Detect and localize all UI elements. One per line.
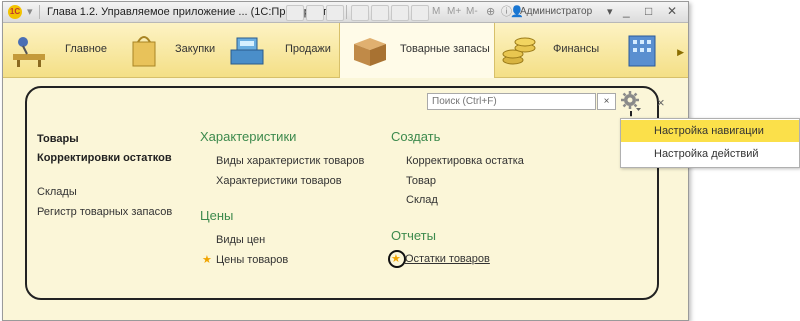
section-label: Закупки — [175, 43, 216, 55]
group-heading-reports: Отчеты — [391, 228, 436, 243]
nav-link-stock-report[interactable]: Остатки товаров — [405, 253, 490, 265]
menu-item-actions-settings[interactable]: Настройка действий — [621, 143, 799, 165]
nav-link-inventory-register[interactable]: Регистр товарных запасов — [37, 206, 172, 218]
logo-1c-icon[interactable]: 1С — [8, 5, 22, 19]
close-window-button[interactable]: ✕ — [667, 4, 677, 18]
section-label: Товарные запасы — [400, 43, 490, 55]
navigation-panel-highlight — [25, 86, 659, 300]
nav-link-product-characteristics[interactable]: Характеристики товаров — [216, 175, 342, 187]
title-bar: 1С ▾ Глава 1.2. Управляемое приложение .… — [3, 2, 688, 23]
gear-icon[interactable] — [620, 90, 642, 112]
search-box[interactable] — [427, 93, 596, 110]
section-label: Главное — [65, 43, 108, 55]
nav-link-create-product[interactable]: Товар — [406, 175, 436, 187]
dropdown-arrow-icon[interactable]: ▾ — [27, 5, 33, 19]
group-heading-prices: Цены — [200, 208, 234, 223]
zoom-icon[interactable]: ⊕ — [486, 5, 495, 19]
nav-link-warehouses[interactable]: Склады — [37, 186, 77, 198]
minimize-button[interactable]: _ — [623, 4, 630, 18]
main-desk-icon — [13, 37, 45, 67]
divider — [346, 5, 347, 19]
memory-minus-button[interactable]: M- — [466, 6, 478, 17]
settings-menu: Настройка навигации Настройка действий — [620, 118, 800, 168]
section-main[interactable]: Главное — [3, 23, 117, 77]
section-label: Финансы — [553, 43, 600, 55]
section-panel: Главное Закупки Продажи Товарные запасы … — [3, 23, 688, 78]
preview-icon[interactable] — [326, 5, 344, 21]
section-label: Продажи — [285, 43, 331, 55]
section-finance[interactable]: Финансы — [493, 23, 607, 77]
scroll-right-icon[interactable]: ▶ — [677, 47, 684, 58]
nav-link-create-adjustment[interactable]: Корректировка остатка — [406, 155, 524, 167]
calendar-icon[interactable] — [371, 5, 389, 21]
memory-plus-button[interactable]: M+ — [447, 6, 461, 17]
user-name[interactable]: Администратор — [520, 6, 592, 17]
section-purchases[interactable]: Закупки — [117, 23, 221, 77]
group-heading-create: Создать — [391, 129, 441, 144]
nav-link-products[interactable]: Товары — [37, 133, 79, 145]
search-clear-button[interactable]: × — [597, 93, 616, 110]
search-input[interactable] — [428, 94, 596, 109]
divider — [39, 5, 40, 19]
nav-link-characteristic-types[interactable]: Виды характеристик товаров — [216, 155, 364, 167]
shopping-bag-icon — [132, 36, 156, 67]
section-sales[interactable]: Продажи — [221, 23, 339, 77]
building-icon — [628, 35, 656, 67]
favorite-star-icon: ★ — [391, 253, 401, 265]
section-inventory[interactable]: Товарные запасы — [339, 23, 495, 78]
nav-link-price-types[interactable]: Виды цен — [216, 234, 265, 246]
coins-icon — [502, 37, 536, 65]
cash-register-icon — [230, 37, 264, 65]
chevron-down-icon[interactable]: ▾ — [607, 5, 613, 19]
section-more[interactable]: ▶ — [607, 23, 688, 77]
calculator-icon[interactable] — [391, 5, 409, 21]
box-icon — [354, 38, 386, 66]
menu-item-label: Настройка навигации — [654, 125, 764, 137]
nav-link-create-warehouse[interactable]: Склад — [406, 194, 438, 206]
close-panel-button[interactable]: × — [657, 95, 665, 110]
memory-button[interactable]: M — [432, 6, 440, 17]
link-icon[interactable] — [351, 5, 369, 21]
menu-item-label: Настройка действий — [654, 148, 759, 160]
nav-link-product-prices[interactable]: Цены товаров — [216, 254, 288, 266]
group-heading-characteristics: Характеристики — [200, 129, 297, 144]
notes-icon[interactable] — [411, 5, 429, 21]
maximize-button[interactable]: □ — [645, 4, 652, 18]
menu-item-navigation-settings[interactable]: Настройка навигации — [621, 120, 799, 142]
print-icon[interactable] — [306, 5, 324, 21]
save-icon[interactable] — [286, 5, 304, 21]
favorite-star-icon: ★ — [202, 254, 212, 266]
nav-link-balance-adjustments[interactable]: Корректировки остатков — [37, 152, 172, 164]
